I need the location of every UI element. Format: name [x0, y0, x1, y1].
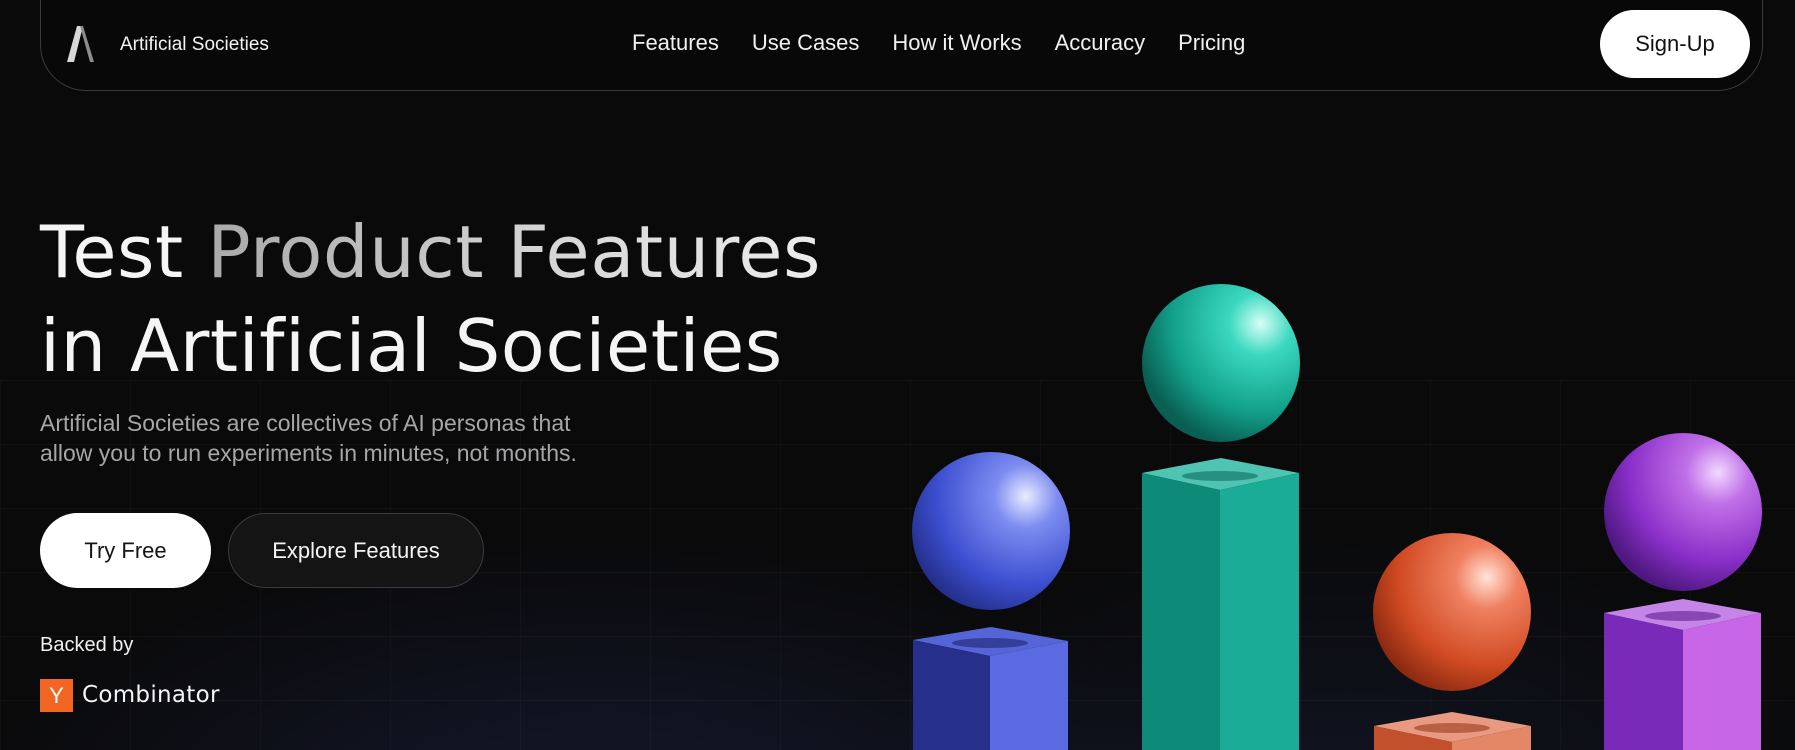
nav-link-how-it-works[interactable]: How it Works: [892, 30, 1021, 56]
logo-icon[interactable]: [65, 24, 95, 64]
purple-pillar: [1604, 599, 1761, 750]
orange-sphere: [1373, 533, 1531, 691]
brand-name[interactable]: Artificial Societies: [120, 34, 269, 56]
y-combinator-logo-icon: Y: [40, 679, 73, 712]
orange-pillar: [1374, 712, 1531, 750]
hero-subtitle: Artificial Societies are collectives of …: [40, 408, 660, 468]
hero-title: Test Product Features in Artificial Soci…: [40, 205, 821, 393]
y-combinator-name: Combinator: [82, 682, 220, 708]
nav-links: Features Use Cases How it Works Accuracy…: [632, 30, 1278, 56]
top-navbar: Artificial Societies Features Use Cases …: [40, 0, 1763, 91]
nav-link-accuracy[interactable]: Accuracy: [1055, 30, 1145, 56]
backed-by-label: Backed by: [40, 634, 134, 656]
try-free-button[interactable]: Try Free: [40, 513, 211, 588]
hero-title-highlight: Product Features: [207, 210, 822, 294]
teal-sphere: [1142, 284, 1300, 442]
hero-subtitle-line1: Artificial Societies are collectives of …: [40, 410, 571, 436]
nav-link-use-cases[interactable]: Use Cases: [752, 30, 860, 56]
hero-title-line2: in Artificial Societies: [40, 304, 783, 388]
signup-button[interactable]: Sign-Up: [1600, 10, 1750, 78]
nav-link-pricing[interactable]: Pricing: [1178, 30, 1245, 56]
blue-sphere: [912, 452, 1070, 610]
blue-pillar: [913, 627, 1068, 750]
explore-features-button[interactable]: Explore Features: [228, 513, 484, 588]
teal-pillar: [1142, 458, 1299, 750]
purple-sphere: [1604, 433, 1762, 591]
page: Artificial Societies Features Use Cases …: [0, 0, 1795, 750]
nav-link-features[interactable]: Features: [632, 30, 719, 56]
hero-title-word-test: Test: [40, 210, 184, 294]
hero-subtitle-line2: allow you to run experiments in minutes,…: [40, 440, 577, 466]
